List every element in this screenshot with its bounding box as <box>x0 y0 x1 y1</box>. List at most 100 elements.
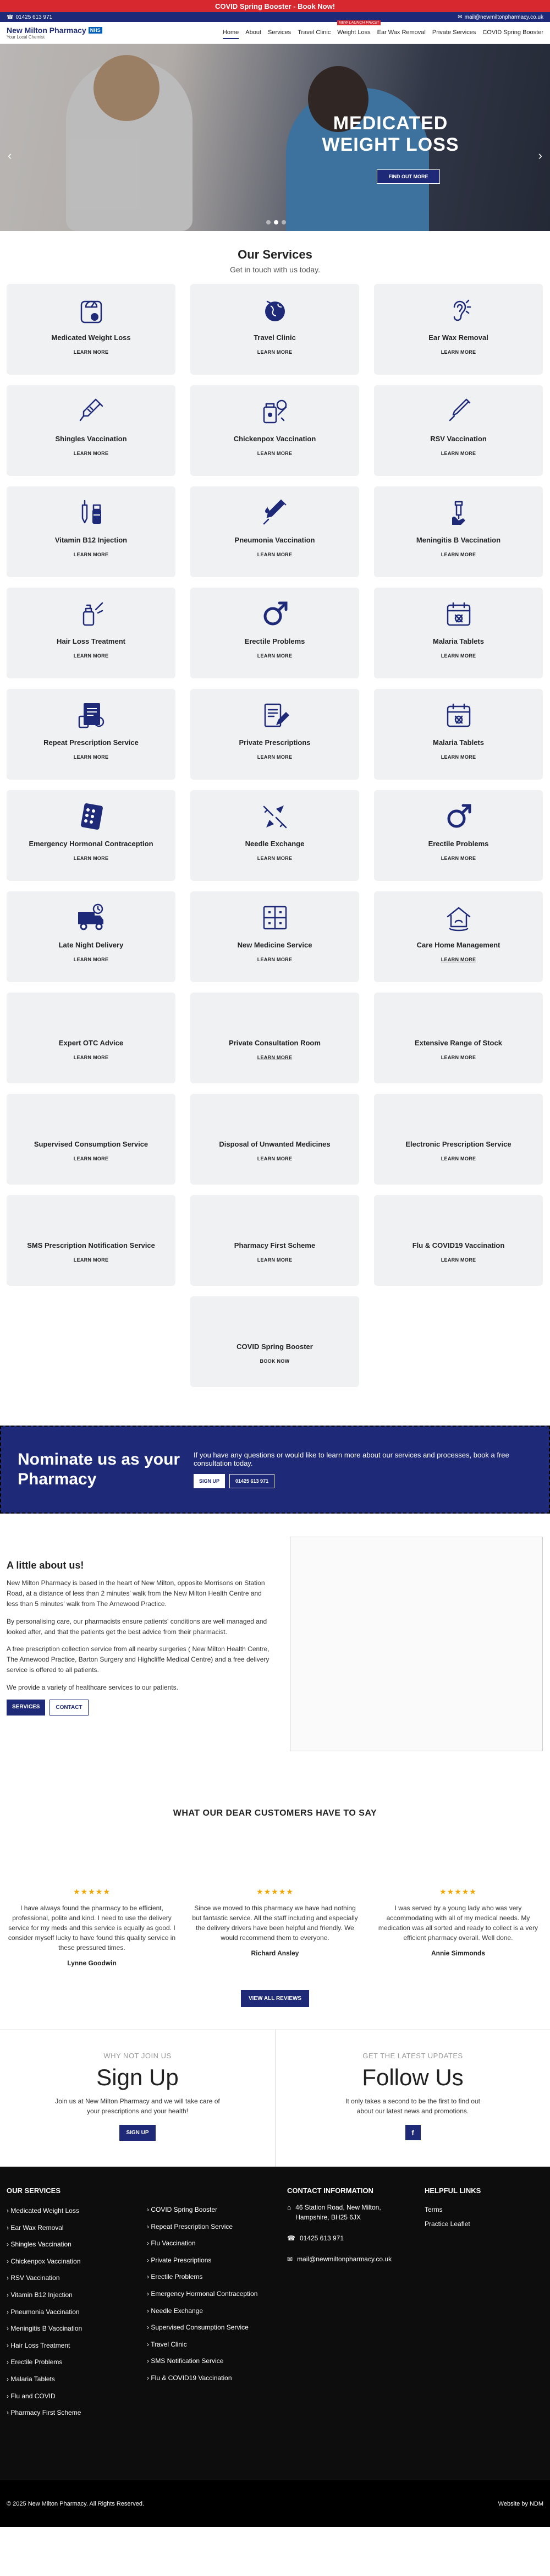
promo-text[interactable]: COVID Spring Booster - Book Now! <box>215 2 335 10</box>
service-card[interactable]: Chickenpox Vaccination LEARN MORE <box>190 385 359 476</box>
service-card[interactable]: Medicated Weight Loss LEARN MORE <box>7 284 175 375</box>
nav-covid-spring-booster[interactable]: COVID Spring Booster <box>482 27 543 39</box>
service-card-learn-more-link[interactable]: LEARN MORE <box>441 1156 476 1161</box>
nominate-signup-button[interactable]: SIGN UP <box>194 1474 226 1488</box>
service-card[interactable]: Private Consultation Room LEARN MORE <box>190 993 359 1083</box>
footer-service-link[interactable]: Repeat Prescription Service <box>147 2218 287 2235</box>
site-logo[interactable]: New Milton Pharmacy NHS Your Local Chemis… <box>7 26 102 40</box>
service-card-learn-more-link[interactable]: LEARN MORE <box>441 552 476 557</box>
slide-dot[interactable] <box>266 220 271 224</box>
service-card[interactable]: Repeat Prescription Service LEARN MORE <box>7 689 175 780</box>
topbar-email-text[interactable]: mail@newmiltonpharmacy.co.uk <box>465 14 543 20</box>
footer-phone[interactable]: 01425 613 971 <box>300 2233 344 2243</box>
service-card[interactable]: Shingles Vaccination LEARN MORE <box>7 385 175 476</box>
service-card-learn-more-link[interactable]: BOOK NOW <box>260 1358 290 1364</box>
service-card[interactable]: Erectile Problems LEARN MORE <box>374 790 543 881</box>
service-card-learn-more-link[interactable]: LEARN MORE <box>441 451 476 456</box>
footer-service-link[interactable]: Supervised Consumption Service <box>147 2319 287 2336</box>
service-card-learn-more-link[interactable]: LEARN MORE <box>257 451 293 456</box>
footer-link-practice-leaflet[interactable]: Practice Leaflet <box>425 2217 535 2231</box>
nav-weight-loss[interactable]: NEW LAUNCH PRICE! Weight Loss <box>337 20 381 39</box>
service-card-learn-more-link[interactable]: LEARN MORE <box>441 653 476 659</box>
footer-service-link[interactable]: Malaria Tablets <box>7 2371 147 2388</box>
service-card[interactable]: Late Night Delivery LEARN MORE <box>7 891 175 982</box>
service-card-learn-more-link[interactable]: LEARN MORE <box>257 1257 293 1263</box>
service-card[interactable]: Disposal of Unwanted Medicines LEARN MORE <box>190 1094 359 1185</box>
nominate-phone-button[interactable]: 01425 613 971 <box>229 1474 275 1488</box>
service-card-learn-more-link[interactable]: LEARN MORE <box>257 1156 293 1161</box>
footer-service-link[interactable]: Hair Loss Treatment <box>7 2337 147 2354</box>
about-contact-button[interactable]: CONTACT <box>50 1699 89 1715</box>
service-card-learn-more-link[interactable]: LEARN MORE <box>257 856 293 861</box>
hero-prev-arrow-icon[interactable]: ‹ <box>8 149 12 163</box>
hero-find-out-more-button[interactable]: FIND OUT MORE <box>377 169 440 184</box>
nav-private-services[interactable]: Private Services <box>432 27 476 39</box>
footer-service-link[interactable]: COVID Spring Booster <box>147 2201 287 2218</box>
service-card-learn-more-link[interactable]: LEARN MORE <box>441 754 476 760</box>
slide-dot[interactable] <box>282 220 286 224</box>
nav-services[interactable]: Services <box>268 27 291 39</box>
service-card[interactable]: Hair Loss Treatment LEARN MORE <box>7 588 175 678</box>
service-card-learn-more-link[interactable]: LEARN MORE <box>441 1055 476 1060</box>
footer-service-link[interactable]: Vitamin B12 Injection <box>7 2287 147 2304</box>
facebook-icon[interactable]: f <box>405 2125 421 2140</box>
service-card-learn-more-link[interactable]: LEARN MORE <box>257 957 293 962</box>
service-card-learn-more-link[interactable]: LEARN MORE <box>74 349 109 355</box>
nav-weight-loss-label[interactable]: Weight Loss <box>337 29 370 36</box>
topbar-email[interactable]: ✉ mail@newmiltonpharmacy.co.uk <box>458 14 543 20</box>
service-card[interactable]: Malaria Tablets LEARN MORE <box>374 689 543 780</box>
footer-service-link[interactable]: Flu Vaccination <box>147 2235 287 2252</box>
service-card[interactable]: Flu & COVID19 Vaccination LEARN MORE <box>374 1195 543 1286</box>
service-card-learn-more-link[interactable]: LEARN MORE <box>74 754 109 760</box>
service-card-learn-more-link[interactable]: LEARN MORE <box>257 1055 293 1060</box>
slide-dot[interactable] <box>274 220 278 224</box>
service-card-learn-more-link[interactable]: LEARN MORE <box>74 856 109 861</box>
service-card[interactable]: Expert OTC Advice LEARN MORE <box>7 993 175 1083</box>
service-card-learn-more-link[interactable]: LEARN MORE <box>441 1257 476 1263</box>
service-card[interactable]: Pneumonia Vaccination LEARN MORE <box>190 486 359 577</box>
service-card-learn-more-link[interactable]: LEARN MORE <box>441 957 476 962</box>
footer-service-link[interactable]: Emergency Hormonal Contraception <box>147 2285 287 2303</box>
footer-service-link[interactable]: Pneumonia Vaccination <box>7 2304 147 2321</box>
service-card-learn-more-link[interactable]: LEARN MORE <box>74 653 109 659</box>
service-card[interactable]: Ear Wax Removal LEARN MORE <box>374 284 543 375</box>
footer-service-link[interactable]: Flu & COVID19 Vaccination <box>147 2370 287 2387</box>
footer-service-link[interactable]: Erectile Problems <box>7 2354 147 2371</box>
service-card[interactable]: New Medicine Service LEARN MORE <box>190 891 359 982</box>
service-card[interactable]: RSV Vaccination LEARN MORE <box>374 385 543 476</box>
service-card[interactable]: Erectile Problems LEARN MORE <box>190 588 359 678</box>
view-all-reviews-button[interactable]: VIEW ALL REVIEWS <box>240 1990 310 2007</box>
nav-ear-wax-removal[interactable]: Ear Wax Removal <box>377 27 426 39</box>
service-card-learn-more-link[interactable]: LEARN MORE <box>257 754 293 760</box>
footer-service-link[interactable]: Erectile Problems <box>147 2268 287 2285</box>
nav-travel-clinic[interactable]: Travel Clinic <box>298 27 331 39</box>
service-card-learn-more-link[interactable]: LEARN MORE <box>441 856 476 861</box>
topbar-phone-text[interactable]: 01425 613 971 <box>15 14 52 20</box>
service-card-learn-more-link[interactable]: LEARN MORE <box>441 349 476 355</box>
service-card[interactable]: Meningitis B Vaccination LEARN MORE <box>374 486 543 577</box>
nav-home[interactable]: Home <box>222 27 239 39</box>
service-card-learn-more-link[interactable]: LEARN MORE <box>257 552 293 557</box>
footer-service-link[interactable]: Chickenpox Vaccination <box>7 2253 147 2270</box>
service-card-learn-more-link[interactable]: LEARN MORE <box>74 552 109 557</box>
service-card[interactable]: Extensive Range of Stock LEARN MORE <box>374 993 543 1083</box>
website-credit[interactable]: Website by NDM <box>498 2501 543 2507</box>
service-card-learn-more-link[interactable]: LEARN MORE <box>257 653 293 659</box>
service-card[interactable]: Supervised Consumption Service LEARN MORE <box>7 1094 175 1185</box>
footer-service-link[interactable]: Private Prescriptions <box>147 2252 287 2269</box>
service-card[interactable]: COVID Spring Booster BOOK NOW <box>190 1296 359 1387</box>
hero-next-arrow-icon[interactable]: › <box>538 149 542 163</box>
service-card-learn-more-link[interactable]: LEARN MORE <box>74 1055 109 1060</box>
service-card[interactable]: SMS Prescription Notification Service LEA… <box>7 1195 175 1286</box>
service-card[interactable]: Needle Exchange LEARN MORE <box>190 790 359 881</box>
service-card[interactable]: Electronic Prescription Service LEARN MOR… <box>374 1094 543 1185</box>
service-card-learn-more-link[interactable]: LEARN MORE <box>74 957 109 962</box>
footer-service-link[interactable]: Flu and COVID <box>7 2388 147 2405</box>
topbar-phone[interactable]: ☎ 01425 613 971 <box>7 14 52 20</box>
promo-bar[interactable]: COVID Spring Booster - Book Now! <box>0 0 550 12</box>
service-card-learn-more-link[interactable]: LEARN MORE <box>257 349 293 355</box>
service-card[interactable]: Malaria Tablets LEARN MORE <box>374 588 543 678</box>
service-card[interactable]: Vitamin B12 Injection LEARN MORE <box>7 486 175 577</box>
service-card[interactable]: Travel Clinic LEARN MORE <box>190 284 359 375</box>
service-card-learn-more-link[interactable]: LEARN MORE <box>74 451 109 456</box>
